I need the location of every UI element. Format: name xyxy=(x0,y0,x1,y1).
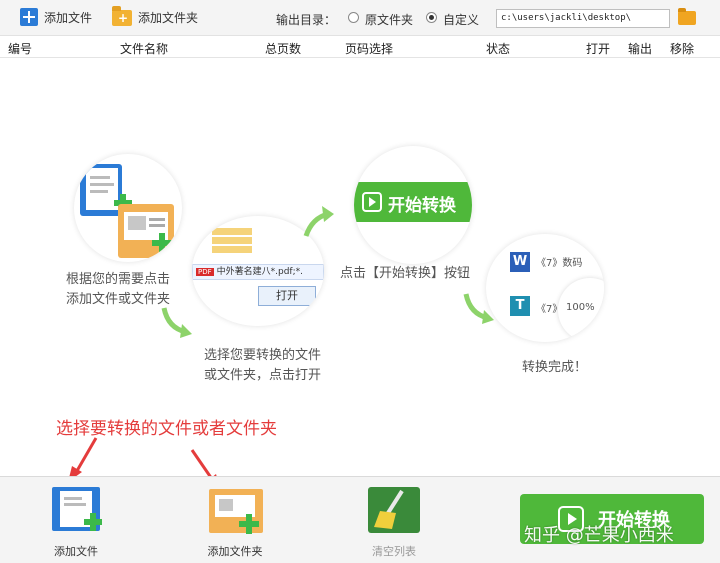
step3-circle: 开始转换 xyxy=(354,146,472,264)
bottom-toolbar: 添加文件 添加文件夹 清空列表 开始转换 知乎 @芒果小西米 xyxy=(0,476,720,563)
broom-icon xyxy=(368,487,420,533)
col-output: 输出 xyxy=(628,42,653,56)
step4-text: 转换完成！ xyxy=(522,360,588,375)
top-toolbar: 添加文件 + 添加文件夹 输出目录： 原文件夹 自定义 c:\users\jac… xyxy=(0,0,720,36)
bottom-add-file-label: 添加文件 xyxy=(54,545,98,558)
text-file-icon: T xyxy=(510,296,530,316)
step4-progress: 100% xyxy=(566,302,595,313)
col-total-pages: 总页数 xyxy=(265,42,302,56)
step1-circle xyxy=(74,154,182,262)
bottom-add-file-icon xyxy=(52,487,102,531)
step2-file-hint: 中外著名建八*.pdf;*. xyxy=(216,267,303,277)
col-remove: 移除 xyxy=(670,42,695,56)
add-file-icon xyxy=(20,8,38,26)
step2-text: 选择您要转换的文件 或文件夹，点击打开 xyxy=(204,346,321,386)
bottom-add-folder-icon xyxy=(209,489,263,534)
col-open: 打开 xyxy=(586,42,611,56)
step3-text: 点击【开始转换】按钮 xyxy=(340,266,471,281)
file-list-header: 编号 文件名称 总页数 页码选择 状态 打开 输出 移除 xyxy=(0,36,720,58)
step1-line2: 添加文件或文件夹 xyxy=(66,292,171,307)
bottom-add-folder-label: 添加文件夹 xyxy=(207,545,263,558)
arrow-step1-icon xyxy=(161,307,192,338)
bottom-add-folder-button[interactable]: 添加文件夹 xyxy=(205,483,265,559)
step1-illustration xyxy=(80,164,174,258)
col-status: 状态 xyxy=(486,42,511,56)
arrow-step2-icon xyxy=(303,206,334,237)
add-file-label: 添加文件 xyxy=(44,10,93,25)
output-path-input[interactable]: c:\users\jackli\desktop\ xyxy=(496,9,670,28)
step2-folder-list xyxy=(212,226,292,260)
browse-folder-icon[interactable] xyxy=(678,8,696,25)
add-folder-label: 添加文件夹 xyxy=(138,10,199,25)
step1-line1: 根据您的需要点击 xyxy=(66,272,171,287)
step2-filename-field: PDF 中外著名建八*.pdf;*. xyxy=(192,264,324,280)
radio-custom-folder[interactable] xyxy=(426,12,437,23)
radio-original-label: 原文件夹 xyxy=(365,13,414,27)
add-folder-button[interactable]: + 添加文件夹 xyxy=(112,6,199,26)
step4-status: 完成 xyxy=(600,303,604,333)
bottom-add-file-button[interactable]: 添加文件 xyxy=(46,483,106,559)
step2-line1: 选择您要转换的文件 xyxy=(204,348,322,363)
step1-text: 根据您的需要点击 添加文件或文件夹 xyxy=(66,270,170,310)
radio-custom-label: 自定义 xyxy=(443,13,480,27)
word-icon: W xyxy=(510,252,530,272)
step3-start-button: 开始转换 xyxy=(354,182,472,222)
clear-list-button[interactable]: 清空列表 xyxy=(366,483,422,559)
step2-open-button: 打开 xyxy=(258,286,316,306)
output-dir-label: 输出目录： xyxy=(276,13,337,27)
step4-item1: 《7》数码 xyxy=(536,258,583,269)
add-folder-icon: + xyxy=(112,6,132,26)
watermark-text: 知乎 @芒果小西米 xyxy=(524,525,674,546)
clear-list-label: 清空列表 xyxy=(372,545,416,558)
col-page-select: 页码选择 xyxy=(345,42,394,56)
col-index: 编号 xyxy=(8,42,33,56)
pdf-icon: PDF xyxy=(196,268,214,276)
step2-line2: 或文件夹，点击打开 xyxy=(204,368,322,383)
radio-original-folder[interactable] xyxy=(348,12,359,23)
col-filename: 文件名称 xyxy=(120,42,169,56)
step4-circle: W 《7》数码 T 《7》 100% 完成 xyxy=(486,234,604,342)
step4-progress-bubble: 100% xyxy=(558,278,604,342)
step3-button-label: 开始转换 xyxy=(388,196,456,216)
add-file-button[interactable]: 添加文件 xyxy=(20,8,92,26)
